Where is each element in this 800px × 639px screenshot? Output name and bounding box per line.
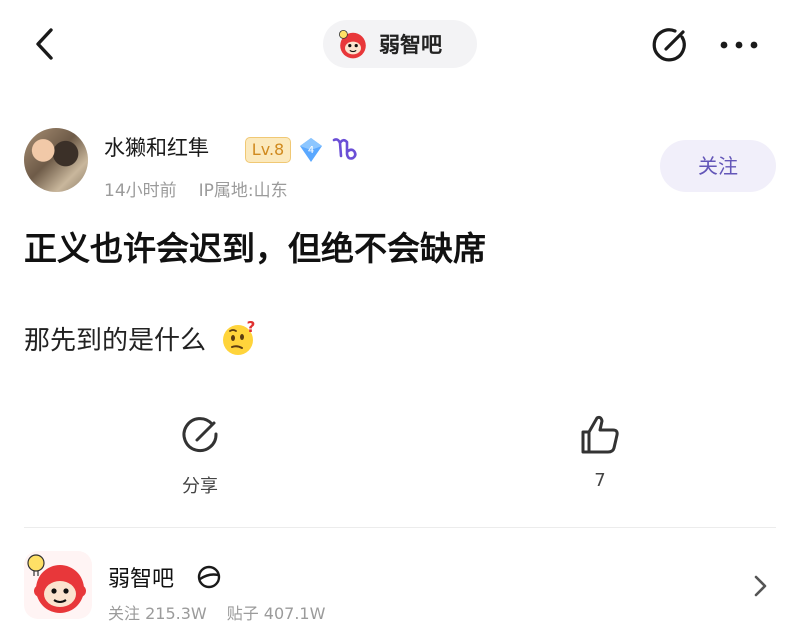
forum-name: 弱智吧 xyxy=(108,567,175,592)
post-meta: 14小时前 IP属地:山东 xyxy=(104,176,288,201)
svg-text:?: ? xyxy=(247,318,256,336)
diamond-badge-icon: 4 xyxy=(300,138,322,162)
capricorn-icon xyxy=(332,138,357,160)
chevron-right-icon xyxy=(754,575,767,597)
ip-location: IP属地:山东 xyxy=(198,181,288,201)
forum-logo-icon xyxy=(24,551,92,619)
forum-posts: 贴子 407.1W xyxy=(226,604,326,623)
chevron-left-icon xyxy=(36,28,53,60)
like-button[interactable]: 7 xyxy=(568,412,632,502)
level-badge: Lv.8 xyxy=(245,137,291,163)
more-button[interactable] xyxy=(716,30,762,60)
diamond-level: 4 xyxy=(308,145,314,156)
forum-title-pill[interactable]: 弱智吧 xyxy=(323,20,477,68)
back-button[interactable] xyxy=(26,24,66,64)
author-name[interactable]: 水獭和红隼 xyxy=(104,132,209,162)
follow-button[interactable]: 关注 xyxy=(660,140,776,192)
edit-icon xyxy=(652,28,686,62)
edit-button[interactable] xyxy=(649,24,691,66)
forum-card[interactable]: 弱智吧 关注 215.3W 贴子 407.1W xyxy=(0,528,800,639)
ring-icon xyxy=(197,565,221,589)
share-label: 分享 xyxy=(182,476,218,497)
forum-followers: 关注 215.3W xyxy=(108,604,207,623)
post-body: 那先到的是什么 ? xyxy=(24,318,260,358)
more-icon xyxy=(720,41,758,49)
post-body-text: 那先到的是什么 xyxy=(24,325,207,356)
post-detail-page: 弱智吧 水獭和红隼 Lv.8 4 14小时前 IP属地:山东 关注 正义也许会迟… xyxy=(0,0,800,639)
thumbs-up-icon xyxy=(581,415,619,454)
author-avatar[interactable] xyxy=(24,128,88,192)
thinking-face-emoji: ? xyxy=(223,318,256,355)
forum-logo-icon xyxy=(339,30,366,59)
share-icon xyxy=(182,417,218,453)
post-title: 正义也许会迟到，但绝不会缺席 xyxy=(24,229,486,268)
forum-title: 弱智吧 xyxy=(379,33,442,57)
share-button[interactable]: 分享 xyxy=(168,414,232,504)
like-count: 7 xyxy=(594,470,606,491)
forum-stats: 关注 215.3W 贴子 407.1W xyxy=(108,600,325,624)
post-time: 14小时前 xyxy=(104,181,177,201)
